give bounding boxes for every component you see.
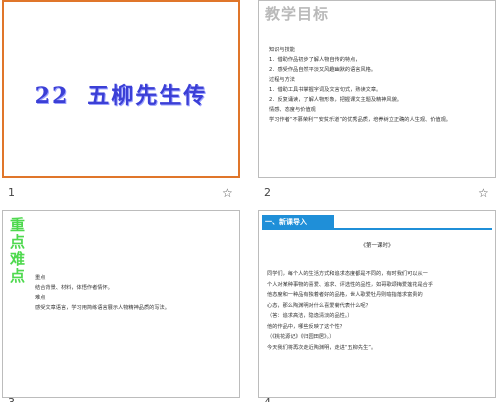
section-rule — [262, 228, 492, 230]
slide-number-1: 1 — [8, 186, 15, 199]
text-line: 难点 — [35, 295, 46, 301]
slide-1-title: 22 五柳先生传 — [34, 83, 208, 109]
text-line: 今天我们将再次走近陶渊明，走进“五柳先生”。 — [267, 344, 377, 351]
slide-3-vertical-title: 重 点 难 点 — [10, 217, 30, 285]
vertical-char: 难 — [10, 250, 26, 268]
text-line: （《桃花源记》《归园田居》。） — [267, 334, 335, 340]
slide-4-body: 同学们，每个人的生活方式和追求态度都是不同的，有时我们可以从一 个人对某种事物的… — [267, 269, 489, 353]
text-line: 学习作者“不慕荣利”“安贫乐道”的优秀品质，培养树立正确的人生观、价值观。 — [269, 117, 451, 123]
slide-number-4: 4 — [264, 396, 271, 402]
text-line: 他态度和一种品有独着者好的品格，世人歌爱牡丹则喻指落求富贵的 — [267, 292, 423, 298]
vertical-char: 点 — [10, 233, 26, 251]
slide-2-heading: 教学目标 — [265, 5, 330, 23]
slide-number-3: 3 — [8, 396, 15, 402]
slide-thumbnail-3[interactable]: 重 点 难 点 重点 结合背景、材料，体悟作者情怀。 难点 感受文章语言，学习用… — [2, 210, 240, 398]
slide-2-body: 知识与技能 1．借助作品初步了解人物自传的特点， 2．感受作品自然平淡又风趣幽默… — [269, 45, 489, 125]
text-line: 重点 — [35, 275, 46, 281]
slide-thumbnail-2[interactable]: 教学目标 知识与技能 1．借助作品初步了解人物自传的特点， 2．感受作品自然平淡… — [258, 0, 496, 178]
text-line: 过程与方法 — [269, 77, 295, 83]
vertical-char: 点 — [10, 267, 26, 285]
text-line: 个人对某种事物的喜爱、追求、评选性的品性，如哥歌颂梅爱莲花是合乎 — [267, 281, 434, 288]
text-line: 结合背景、材料，体悟作者情怀。 — [35, 285, 113, 291]
section-header: 一、新课导入 — [262, 215, 334, 229]
text-line: 1．借助工具书掌握字词及文言句式，熟读文章。 — [269, 87, 382, 93]
text-line: 心态，那么陶渊明对什么喜爱菊代表什么呢？ — [267, 302, 371, 309]
text-line: 同学们，每个人的生活方式和追求态度都是不同的，有时我们可以从一 — [267, 271, 428, 277]
star-icon[interactable]: ☆ — [222, 186, 233, 200]
vertical-char: 重 — [10, 216, 26, 234]
text-line: （答：追求高洁，隐逸清淡的品性。） — [267, 313, 353, 319]
text-line: 情感、态度与价值观 — [269, 107, 316, 113]
text-line: 感受文章语言，学习用简练语言展示人物精神品质的写法。 — [35, 305, 170, 311]
slide-number-2: 2 — [264, 186, 271, 199]
slide-thumbnail-4[interactable]: 一、新课导入 《第一课时》 同学们，每个人的生活方式和追求态度都是不同的，有时我… — [258, 210, 496, 398]
text-line: 2．感受作品自然平淡又风趣幽默的语言风格。 — [269, 67, 377, 73]
slide-thumbnail-1[interactable]: 22 五柳先生传 — [2, 0, 240, 178]
slide-4-subtitle: 《第一课时》 — [360, 243, 394, 249]
star-icon[interactable]: ☆ — [478, 186, 489, 200]
text-line: 知识与技能 — [269, 47, 295, 53]
text-line: 他的作品中，哪些反映了这个性？ — [267, 323, 345, 330]
text-line: 2．反复诵读，了解人物形象，把握课文主题及精神风貌。 — [269, 97, 402, 103]
text-line: 1．借助作品初步了解人物自传的特点， — [269, 57, 361, 63]
slide-3-body: 重点 结合背景、材料，体悟作者情怀。 难点 感受文章语言，学习用简练语言展示人物… — [35, 273, 235, 313]
